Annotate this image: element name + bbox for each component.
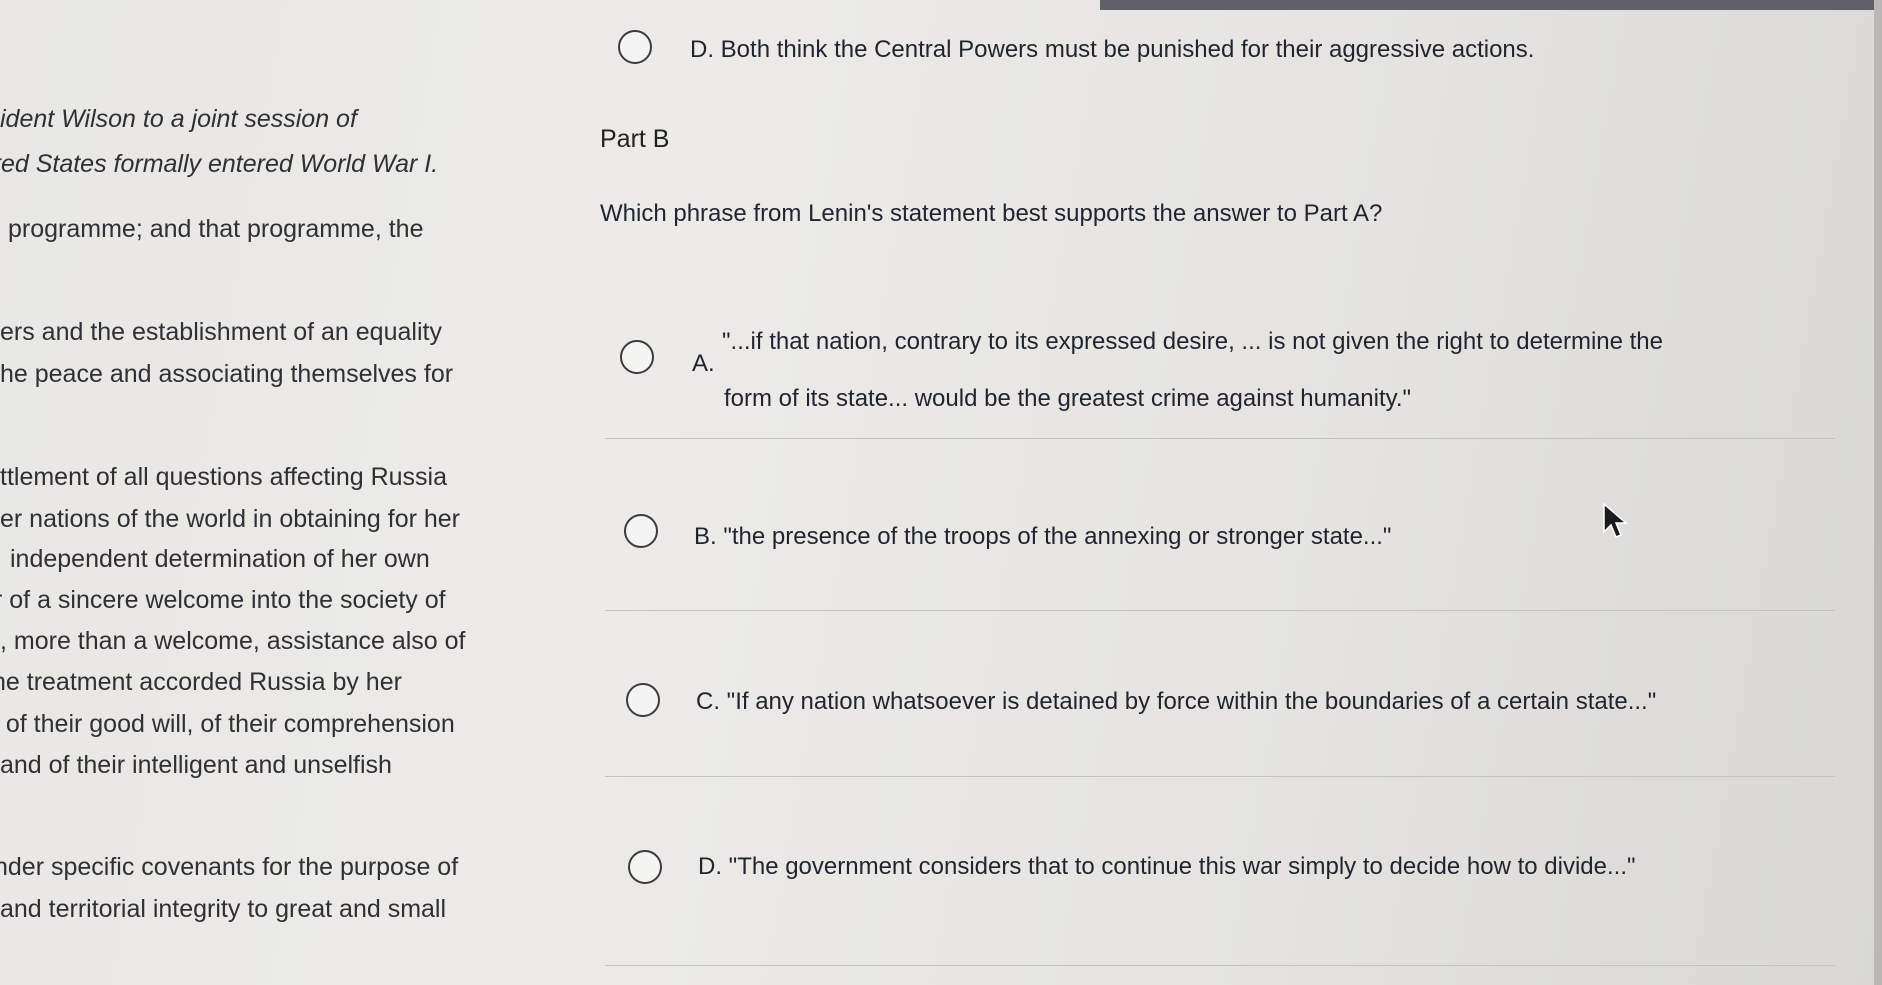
passage-line: ers and the establishment of an equality (0, 318, 442, 346)
option-d-text[interactable]: D. "The government considers that to con… (698, 853, 1636, 881)
passage-line: er nations of the world in obtaining for… (0, 505, 460, 533)
option-a-radio[interactable] (620, 340, 654, 374)
passage-line: he treatment accorded Russia by her (0, 668, 402, 696)
mouse-cursor-icon (1603, 502, 1629, 538)
option-b-text[interactable]: B. "the presence of the troops of the an… (694, 523, 1391, 551)
passage-line: ttlement of all questions affecting Russ… (0, 463, 448, 491)
option-d-radio[interactable] (628, 850, 662, 884)
passage-line: and territorial integrity to great and s… (0, 895, 447, 923)
passage-line: independent determination of her own (10, 545, 430, 573)
option-a-letter[interactable]: A. (692, 350, 715, 378)
passage-line: and of their intelligent and unselfish (0, 751, 392, 779)
scrollbar-track[interactable] (1874, 0, 1882, 985)
option-divider (605, 610, 1835, 611)
passage-line: t of their good will, of their comprehen… (0, 710, 455, 738)
option-divider (605, 776, 1835, 777)
passage-line: he peace and associating themselves for (0, 360, 454, 388)
passage-line: ident Wilson to a joint session of (0, 105, 357, 133)
part-a-option-d-text[interactable]: D. Both think the Central Powers must be… (690, 36, 1534, 64)
part-b-question: Which phrase from Lenin's statement best… (600, 200, 1383, 227)
option-a-text-line1[interactable]: "...if that nation, contrary to its expr… (722, 328, 1663, 356)
passage-line: ted States formally entered World War I. (0, 150, 439, 178)
option-a-text-line2[interactable]: form of its state... would be the greate… (724, 385, 1411, 413)
passage-line: nder specific covenants for the purpose … (0, 853, 459, 881)
option-divider (605, 438, 1835, 439)
option-divider (605, 965, 1835, 966)
passage-line: r of a sincere welcome into the society … (0, 586, 446, 614)
option-c-text[interactable]: C. "If any nation whatsoever is detained… (696, 688, 1656, 716)
reading-passage: ident Wilson to a joint session of ted S… (0, 0, 600, 985)
question-panel: D. Both think the Central Powers must be… (600, 0, 1874, 985)
part-a-option-d-radio[interactable] (618, 30, 652, 64)
passage-line: , more than a welcome, assistance also o… (0, 627, 466, 655)
passage-line: programme; and that programme, the (8, 215, 424, 243)
option-b-radio[interactable] (624, 514, 658, 548)
part-b-heading: Part B (600, 125, 670, 153)
option-c-radio[interactable] (626, 683, 660, 717)
